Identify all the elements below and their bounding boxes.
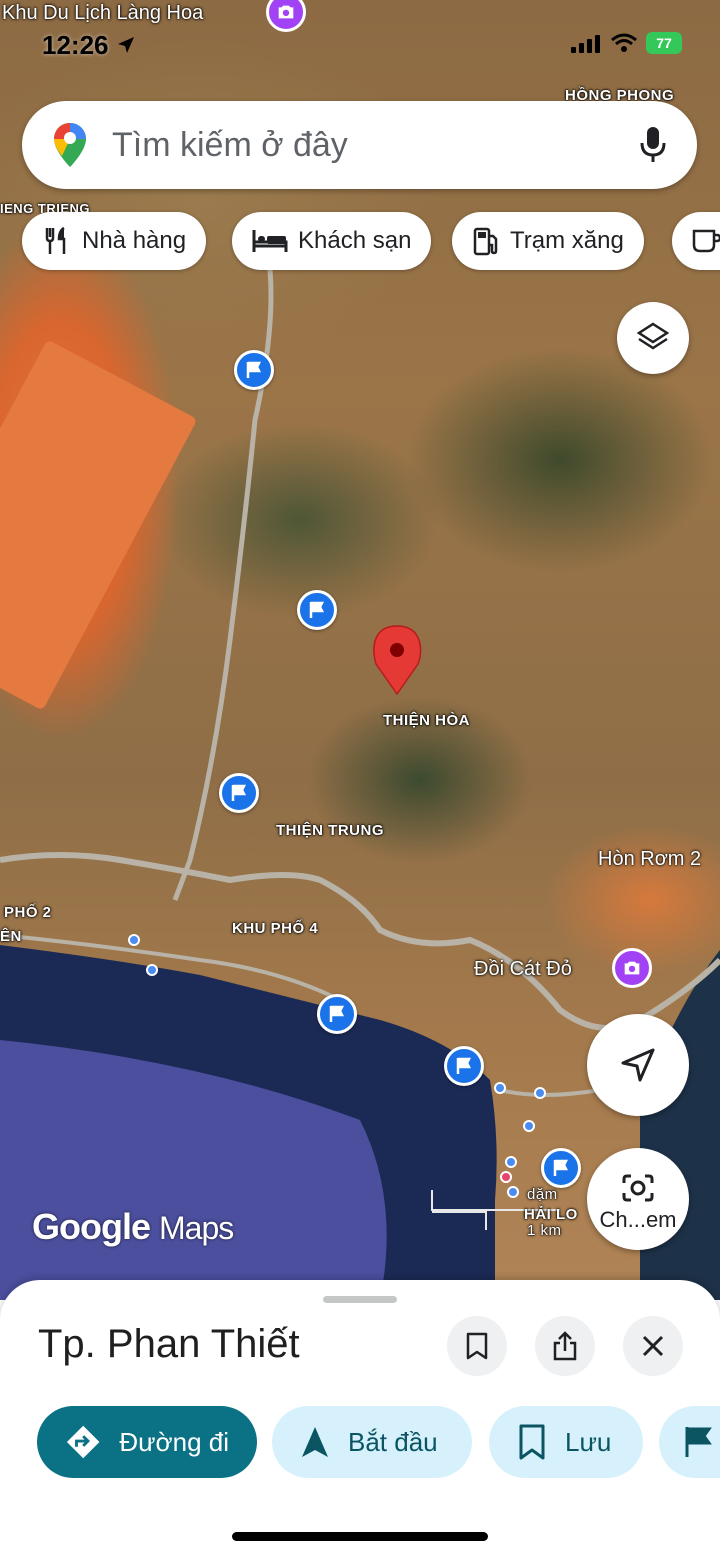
flag-icon	[685, 1427, 712, 1457]
search-placeholder[interactable]: Tìm kiếm ở đây	[112, 126, 348, 165]
map-dot[interactable]	[505, 1156, 517, 1168]
parking-marker[interactable]	[541, 1148, 581, 1188]
share-button[interactable]	[535, 1316, 595, 1376]
directions-icon	[66, 1425, 100, 1459]
map-dot[interactable]	[507, 1186, 519, 1198]
status-time: 12:26	[42, 30, 136, 61]
google-maps-watermark: Google Maps	[32, 1206, 234, 1248]
gas-station-icon	[473, 227, 498, 256]
navigation-arrow-icon	[302, 1427, 328, 1457]
camera-button-label: Ch...em	[599, 1207, 677, 1232]
lens-camera-icon	[622, 1174, 654, 1202]
parking-marker[interactable]	[317, 994, 357, 1034]
share-icon	[553, 1331, 577, 1361]
label-doi-cat-do[interactable]: Đồi Cát Đỏ	[474, 958, 572, 981]
label-en: ÊN	[0, 928, 22, 945]
navigation-arrow-icon	[621, 1048, 655, 1082]
bookmark-icon	[519, 1424, 545, 1460]
parking-marker[interactable]	[234, 350, 274, 390]
photo-pin-doi-cat-do[interactable]	[612, 948, 652, 988]
map-dot[interactable]	[523, 1120, 535, 1132]
camera-icon	[624, 961, 640, 975]
map-dot[interactable]	[534, 1087, 546, 1099]
status-icons: 77	[570, 32, 682, 54]
save-button[interactable]: Lưu	[489, 1406, 643, 1478]
scale-bottom-label: 1 km	[527, 1222, 562, 1239]
flag-icon	[553, 1159, 569, 1176]
camera-icon	[278, 5, 294, 19]
label-thien-trung: THIỆN TRUNG	[276, 822, 384, 839]
camera-search-button[interactable]: Ch...em	[587, 1148, 689, 1250]
label-khu-pho-4: KHU PHỐ 4	[232, 920, 319, 937]
chip-restaurant[interactable]: Nhà hàng	[22, 212, 207, 270]
parking-marker[interactable]	[444, 1046, 484, 1086]
time-text: 12:26	[42, 30, 109, 60]
label-hai-long: HẢI LO	[524, 1206, 578, 1223]
battery-level: 77	[656, 35, 672, 51]
bookmark-icon	[466, 1332, 488, 1360]
close-button[interactable]	[623, 1316, 683, 1376]
microphone-icon[interactable]	[639, 125, 667, 165]
hotel-icon	[252, 230, 288, 252]
label-thien-hoa: THIỆN HÒA	[383, 712, 470, 729]
map-dot[interactable]	[128, 934, 140, 946]
restaurant-icon	[45, 226, 66, 254]
map-dot-red[interactable]	[500, 1171, 512, 1183]
flag-icon	[231, 784, 247, 801]
chip-label: Nhà hàng	[82, 227, 187, 254]
parking-marker[interactable]	[297, 590, 337, 630]
parking-marker[interactable]	[219, 773, 259, 813]
chip-label: Khách sạn	[298, 227, 412, 254]
more-action-button[interactable]	[659, 1406, 720, 1478]
directions-label: Đường đi	[119, 1426, 229, 1457]
sheet-grabber[interactable]	[323, 1296, 397, 1303]
label-hon-rom[interactable]: Hòn Rơm 2	[598, 848, 701, 871]
scale-top-label: dặm	[527, 1186, 558, 1203]
coffee-icon	[692, 229, 720, 253]
my-location-button[interactable]	[587, 1014, 689, 1116]
chip-hotel[interactable]: Khách sạn	[232, 212, 432, 270]
label-pho-2: PHỐ 2	[4, 904, 52, 921]
flag-icon	[329, 1005, 345, 1022]
map-dot[interactable]	[494, 1082, 506, 1094]
wifi-icon	[611, 33, 637, 52]
layers-button[interactable]	[617, 302, 689, 374]
location-arrow-icon	[117, 37, 134, 53]
google-maps-logo-icon	[54, 123, 86, 167]
google-text: Google	[32, 1206, 151, 1247]
place-bottom-sheet[interactable]: Tp. Phan Thiết Đường đi Bắt đầu Lưu	[0, 1280, 720, 1557]
battery-icon: 77	[646, 32, 682, 54]
flag-icon	[309, 601, 325, 618]
label-top-place[interactable]: Khu Du Lịch Làng Hoa	[2, 2, 203, 25]
home-indicator[interactable]	[232, 1532, 488, 1541]
flag-icon	[246, 361, 262, 378]
save-label: Lưu	[565, 1426, 612, 1457]
close-icon	[642, 1335, 664, 1357]
location-pin-icon	[373, 625, 422, 696]
maps-text: Maps	[159, 1210, 234, 1246]
start-label: Bắt đầu	[348, 1426, 438, 1457]
start-button[interactable]: Bắt đầu	[272, 1406, 472, 1478]
directions-button[interactable]: Đường đi	[37, 1406, 257, 1478]
flag-icon	[456, 1057, 472, 1074]
layers-icon	[636, 322, 670, 350]
save-bookmark-button[interactable]	[447, 1316, 507, 1376]
chip-gas-station[interactable]: Trạm xăng	[452, 212, 644, 270]
map-dot[interactable]	[146, 964, 158, 976]
chip-label: Trạm xăng	[510, 227, 624, 254]
search-bar[interactable]: Tìm kiếm ở đây	[22, 101, 697, 189]
place-title: Tp. Phan Thiết	[38, 1322, 300, 1366]
signal-icon	[571, 35, 600, 53]
